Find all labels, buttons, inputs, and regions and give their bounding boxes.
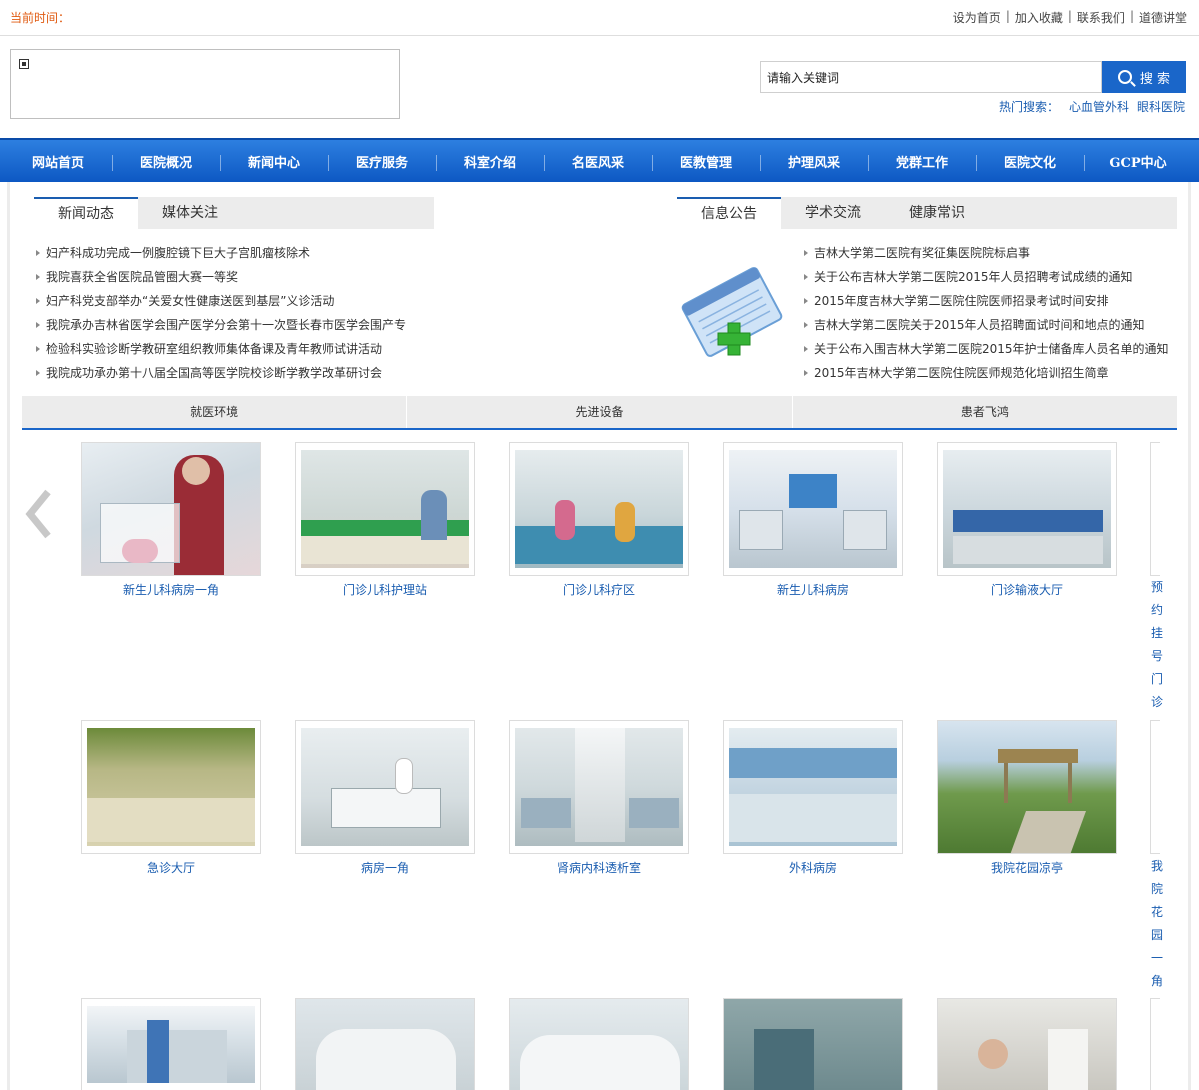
edge-caption-2: 我 院 花 园 一 角 bbox=[1151, 859, 1163, 988]
nav-item-gcp[interactable]: GCP中心 bbox=[1084, 152, 1192, 171]
caption-ward-corner[interactable]: 病房一角 bbox=[295, 859, 475, 876]
tab-media[interactable]: 媒体关注 bbox=[138, 197, 242, 229]
list-item[interactable]: 关于公布吉林大学第二医院2015年人员招聘考试成绩的通知 bbox=[802, 265, 1169, 289]
caption-infusion-hall[interactable]: 门诊输液大厅 bbox=[937, 581, 1117, 598]
photo-emergency-hall[interactable] bbox=[81, 720, 261, 854]
list-item[interactable]: 吉林大学第二医院关于2015年人员招聘面试时间和地点的通知 bbox=[802, 313, 1169, 337]
photo-nicu-corner[interactable] bbox=[81, 442, 261, 576]
nav-item-nursing[interactable]: 护理风采 bbox=[760, 152, 868, 171]
hot-search: 热门搜索： 心血管外科 眼科医院 bbox=[999, 98, 1185, 115]
nav-item-culture[interactable]: 医院文化 bbox=[976, 152, 1084, 171]
list-item[interactable]: 妇产科成功完成一例腹腔镜下巨大子宫肌瘤核除术 bbox=[34, 241, 406, 265]
caption-pediatric-clinic[interactable]: 门诊儿科疗区 bbox=[509, 581, 689, 598]
nav-item-home[interactable]: 网站首页 bbox=[4, 152, 112, 171]
nav-item-overview[interactable]: 医院概况 bbox=[112, 152, 220, 171]
photo-edge-partial[interactable] bbox=[1150, 998, 1160, 1090]
list-item[interactable]: 我院成功承办第十八届全国高等医学院校诊断学教学改革研讨会 bbox=[34, 361, 406, 385]
photo-operating-room[interactable] bbox=[723, 998, 903, 1090]
tab-environment[interactable]: 就医环境 bbox=[22, 396, 408, 428]
hot-search-label: 热门搜索： bbox=[998, 100, 1059, 114]
hot-keyword-cardiac-surgery[interactable]: 心血管外科 bbox=[1069, 98, 1129, 115]
tab-academic[interactable]: 学术交流 bbox=[781, 197, 885, 229]
photo-pediatric-nurse-station[interactable] bbox=[295, 442, 475, 576]
nav-item-departments[interactable]: 科室介绍 bbox=[436, 152, 544, 171]
logo-placeholder[interactable] bbox=[10, 49, 400, 119]
list-item[interactable]: 妇产科党支部举办“关爱女性健康送医到基层”义诊活动 bbox=[34, 289, 406, 313]
photo-infusion-hall[interactable] bbox=[937, 442, 1117, 576]
nav-item-news[interactable]: 新闻中心 bbox=[220, 152, 328, 171]
photo-nicu-ward[interactable] bbox=[723, 442, 903, 576]
set-homepage-link[interactable]: 设为首页 bbox=[953, 9, 1001, 26]
list-item[interactable]: 我院承办吉林省医学会围产医学分会第十一次暨长春市医学会围产专 bbox=[34, 313, 406, 337]
list-item[interactable]: 吉林大学第二医院有奖征集医院院标启事 bbox=[802, 241, 1169, 265]
list-item[interactable]: 关于公布入围吉林大学第二医院2015年护士储备库人员名单的通知 bbox=[802, 337, 1169, 361]
search-button-label: 搜 索 bbox=[1139, 71, 1171, 87]
photo-edge-partial[interactable] bbox=[1150, 720, 1160, 854]
list-item[interactable]: 检验科实验诊断学教研室组织教师集体备课及青年教师试讲活动 bbox=[34, 337, 406, 361]
nav-item-medical-services[interactable]: 医疗服务 bbox=[328, 152, 436, 171]
gallery-tabs: 就医环境 先进设备 患者飞鸿 bbox=[22, 396, 1177, 430]
main-nav: 网站首页 医院概况 新闻中心 医疗服务 科室介绍 名医风采 医教管理 护理风采 … bbox=[0, 138, 1199, 182]
photo-edge-partial[interactable] bbox=[1150, 442, 1160, 576]
news-list: 妇产科成功完成一例腹腔镜下巨大子宫肌瘤核除术 我院喜获全省医院品管圈大赛一等奖 … bbox=[34, 241, 406, 385]
nav-item-doctors[interactable]: 名医风采 bbox=[544, 152, 652, 171]
caption-surgery-ward[interactable]: 外科病房 bbox=[723, 859, 903, 876]
edge-caption-1: 预 约 挂 号 门 诊 bbox=[1151, 580, 1163, 709]
top-bar: 当前时间： 设为首页 | 加入收藏 | 联系我们 | 道德讲堂 bbox=[0, 0, 1199, 36]
tab-news-updates[interactable]: 新闻动态 bbox=[34, 197, 138, 229]
notice-list: 吉林大学第二医院有奖征集医院院标启事 关于公布吉林大学第二医院2015年人员招聘… bbox=[802, 241, 1169, 385]
broken-image-icon bbox=[19, 59, 29, 69]
ethics-lecture-link[interactable]: 道德讲堂 bbox=[1139, 9, 1187, 26]
photo-nursing-team[interactable] bbox=[509, 998, 689, 1090]
caption-emergency-hall[interactable]: 急诊大厅 bbox=[81, 859, 261, 876]
notepad-plus-icon bbox=[681, 267, 783, 357]
tab-health-knowledge[interactable]: 健康常识 bbox=[885, 197, 989, 229]
caption-nicu-corner[interactable]: 新生儿科病房一角 bbox=[81, 581, 261, 598]
tab-equipment[interactable]: 先进设备 bbox=[407, 396, 793, 428]
photo-surgery-ward[interactable] bbox=[723, 720, 903, 854]
hot-keyword-eye-hospital[interactable]: 眼科医院 bbox=[1137, 98, 1185, 115]
list-item[interactable]: 2015年吉林大学第二医院住院医师规范化培训招生简章 bbox=[802, 361, 1169, 385]
contact-us-link[interactable]: 联系我们 bbox=[1077, 9, 1125, 26]
photo-ward-corner[interactable] bbox=[295, 720, 475, 854]
search-input[interactable] bbox=[760, 61, 1102, 93]
add-favorite-link[interactable]: 加入收藏 bbox=[1015, 9, 1063, 26]
photo-eye-exam[interactable] bbox=[937, 998, 1117, 1090]
search-button[interactable]: 搜 索 bbox=[1102, 61, 1186, 93]
caption-pediatric-nurse-station[interactable]: 门诊儿科护理站 bbox=[295, 581, 475, 598]
chevron-left-icon[interactable] bbox=[24, 488, 54, 540]
photo-dialysis-room[interactable] bbox=[509, 720, 689, 854]
notice-tabs: 信息公告 学术交流 健康常识 bbox=[677, 197, 1177, 229]
caption-garden-pavilion[interactable]: 我院花园凉亭 bbox=[937, 859, 1117, 876]
top-links: 设为首页 | 加入收藏 | 联系我们 | 道德讲堂 bbox=[952, 9, 1187, 26]
list-item[interactable]: 我院喜获全省医院品管圈大赛一等奖 bbox=[34, 265, 406, 289]
photo-hospital-building[interactable] bbox=[81, 998, 261, 1090]
current-time-label: 当前时间： bbox=[10, 11, 71, 25]
list-item[interactable]: 2015年度吉林大学第二医院住院医师招录考试时间安排 bbox=[802, 289, 1169, 313]
nav-item-education[interactable]: 医教管理 bbox=[652, 152, 760, 171]
tab-patient-letters[interactable]: 患者飞鸿 bbox=[792, 396, 1177, 428]
caption-dialysis-room[interactable]: 肾病内科透析室 bbox=[509, 859, 689, 876]
photo-medical-team[interactable] bbox=[295, 998, 475, 1090]
nav-item-party[interactable]: 党群工作 bbox=[868, 152, 976, 171]
photo-garden-pavilion[interactable] bbox=[937, 720, 1117, 854]
news-tabs: 新闻动态 媒体关注 bbox=[34, 197, 434, 229]
tab-notices[interactable]: 信息公告 bbox=[677, 197, 781, 229]
photo-pediatric-clinic[interactable] bbox=[509, 442, 689, 576]
search-icon bbox=[1117, 70, 1132, 84]
caption-nicu-ward[interactable]: 新生儿科病房 bbox=[723, 581, 903, 598]
